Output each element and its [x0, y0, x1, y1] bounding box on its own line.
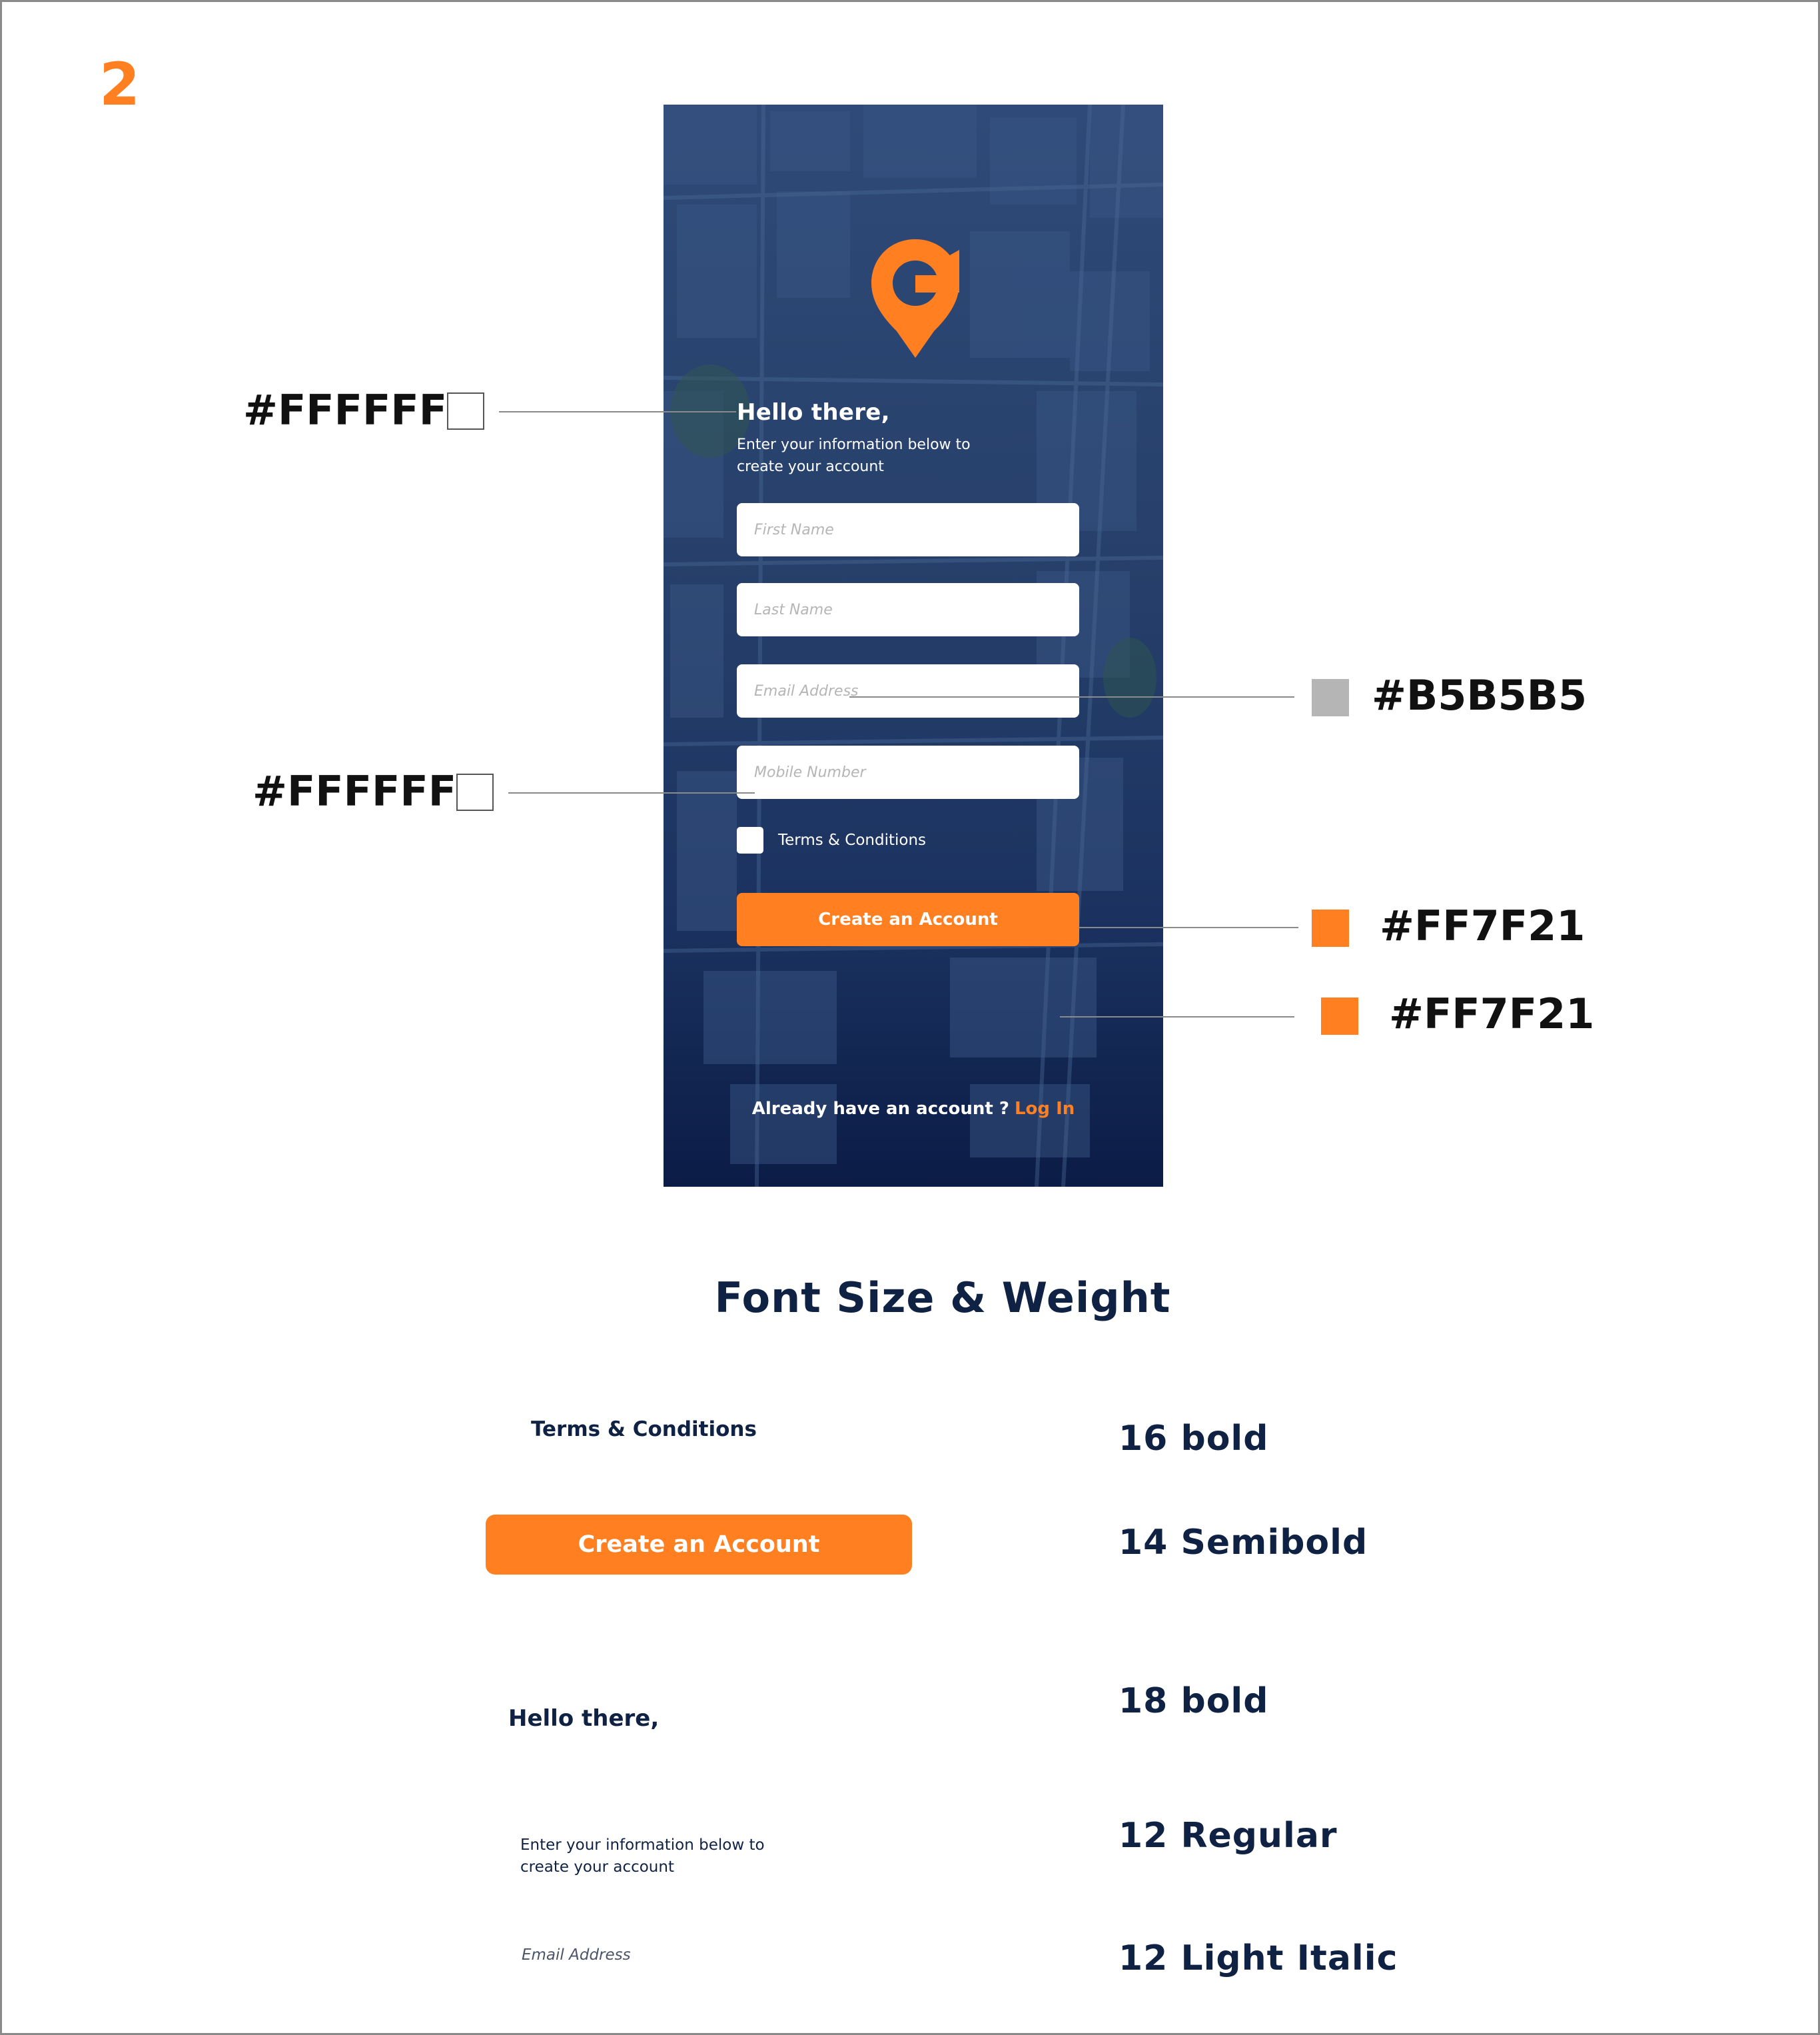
last-name-input[interactable] — [737, 583, 1079, 636]
spec-placeholder: 12 Light Italic — [1119, 1938, 1398, 1978]
signup-screen-mockup: Hello there, Enter your information belo… — [664, 105, 1163, 1187]
login-link-color-swatch — [1321, 998, 1358, 1035]
spec-subtitle: 12 Regular — [1119, 1816, 1338, 1856]
font-section-title: Font Size & Weight — [714, 1273, 1171, 1322]
greeting-heading: Hello there, — [737, 399, 890, 426]
placeholder-color-swatch — [1312, 679, 1349, 716]
greeting-color-label: #FFFFFF — [243, 386, 448, 434]
button-leader-line — [1079, 927, 1298, 928]
sample-terms-text: Terms & Conditions — [531, 1417, 757, 1441]
spec-greeting: 18 bold — [1119, 1681, 1269, 1721]
email-input[interactable] — [737, 664, 1079, 718]
first-name-input[interactable] — [737, 503, 1079, 556]
login-link-color-label: #FF7F21 — [1389, 990, 1595, 1038]
page-number: 2 — [99, 50, 141, 119]
button-color-swatch — [1312, 910, 1349, 947]
terms-row: Terms & Conditions — [737, 827, 926, 854]
mobile-field-color-swatch — [456, 774, 494, 811]
sample-create-account-button: Create an Account — [486, 1515, 912, 1575]
login-link[interactable]: Log In — [1015, 1099, 1075, 1119]
placeholder-leader-line — [849, 696, 1294, 698]
terms-checkbox[interactable] — [737, 827, 763, 854]
login-link-leader-line — [1060, 1016, 1294, 1018]
greeting-color-swatch — [447, 392, 484, 430]
login-prompt-text: Already have an account ? — [751, 1099, 1009, 1119]
mobile-number-input[interactable] — [737, 746, 1079, 799]
signup-subtitle: Enter your information below to create y… — [737, 436, 971, 475]
placeholder-color-label: #B5B5B5 — [1372, 671, 1588, 720]
create-account-button[interactable]: Create an Account — [737, 893, 1079, 946]
location-pin-logo-icon — [871, 239, 959, 358]
mobile-field-color-label: #FFFFFF — [252, 767, 457, 816]
button-color-label: #FF7F21 — [1380, 902, 1586, 950]
artboard-frame: 2 Hello there, Enter your information be… — [0, 0, 1820, 2035]
spec-terms: 16 bold — [1119, 1419, 1269, 1459]
sample-subtitle-text: Enter your information below to create y… — [520, 1836, 765, 1876]
spec-button: 14 Semibold — [1119, 1523, 1368, 1563]
terms-label[interactable]: Terms & Conditions — [778, 832, 926, 849]
greeting-leader-line — [499, 411, 736, 412]
sample-email-placeholder-text: Email Address — [522, 1946, 631, 1964]
login-prompt-row: Already have an account ? Log In — [664, 1099, 1163, 1119]
sample-greeting-text: Hello there, — [508, 1705, 660, 1732]
mobile-field-leader-line — [508, 792, 755, 794]
